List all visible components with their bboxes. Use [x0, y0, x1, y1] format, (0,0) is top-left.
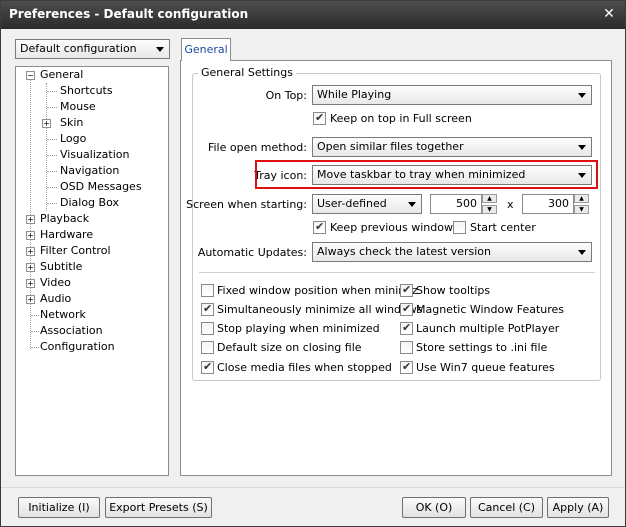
expand-icon[interactable]: + [26, 231, 35, 240]
stepper-down-icon[interactable]: ▼ [482, 205, 497, 214]
chevron-down-icon [578, 145, 586, 150]
on-top-select[interactable]: While Playing [312, 85, 592, 105]
chevron-down-icon [408, 202, 416, 207]
option-checkbox[interactable] [400, 283, 413, 297]
config-selector[interactable]: Default configuration [15, 39, 170, 59]
tab-general[interactable]: General [181, 38, 231, 61]
option-label: Show tooltips [416, 284, 491, 297]
tree-item-navigation[interactable]: Navigation [60, 163, 119, 179]
option-label: Store settings to .ini file [416, 341, 548, 354]
option-checkbox[interactable] [400, 302, 413, 316]
stepper-up-icon[interactable]: ▲ [574, 194, 589, 203]
option-checkbox[interactable] [400, 341, 413, 354]
option-label: Stop playing when minimized [217, 322, 380, 335]
collapse-icon[interactable]: − [26, 71, 35, 80]
tree-item-mouse[interactable]: Mouse [60, 99, 96, 115]
divider [1, 487, 625, 488]
settings-tree[interactable]: − General Shortcuts Mouse + Skin Logo Vi… [15, 66, 169, 476]
expand-icon[interactable]: + [26, 295, 35, 304]
option-label: Default size on closing file [217, 341, 362, 354]
expand-icon[interactable]: + [26, 215, 35, 224]
option-checkbox[interactable] [400, 360, 413, 374]
keep-previous-window-checkbox[interactable] [313, 220, 326, 234]
stepper-down-icon[interactable]: ▼ [574, 205, 589, 214]
option-label: Close media files when stopped [217, 361, 392, 374]
apply-button[interactable]: Apply (A) [547, 497, 609, 518]
tree-item-audio[interactable]: Audio [40, 291, 71, 307]
auto-updates-value: Always check the latest version [317, 245, 492, 258]
auto-updates-label: Automatic Updates: [197, 246, 307, 259]
keep-on-top-fullscreen-checkbox[interactable] [313, 111, 326, 125]
tree-item-skin[interactable]: Skin [60, 115, 83, 131]
tree-item-video[interactable]: Video [40, 275, 71, 291]
width-stepper[interactable]: ▲ ▼ [482, 194, 497, 214]
initialize-button[interactable]: Initialize (I) [18, 497, 100, 518]
stepper-up-icon[interactable]: ▲ [482, 194, 497, 203]
dimension-separator: x [507, 198, 514, 211]
screen-starting-select[interactable]: User-defined [312, 194, 422, 214]
chevron-down-icon [156, 47, 164, 52]
keep-previous-window-label: Keep previous window [330, 221, 453, 234]
option-label: Use Win7 queue features [416, 361, 555, 374]
option-checkbox[interactable] [201, 360, 214, 374]
tree-item-filter-control[interactable]: Filter Control [40, 243, 111, 259]
export-presets-button[interactable]: Export Presets (S) [105, 497, 212, 518]
tree-item-osd-messages[interactable]: OSD Messages [60, 179, 142, 195]
group-label: General Settings [198, 66, 296, 79]
option-checkbox[interactable] [201, 322, 214, 335]
file-open-label: File open method: [207, 141, 307, 154]
width-input[interactable]: 500 [430, 194, 482, 214]
tree-item-configuration[interactable]: Configuration [40, 339, 115, 355]
auto-updates-select[interactable]: Always check the latest version [312, 242, 592, 262]
divider [199, 272, 595, 273]
file-open-value: Open similar files together [317, 140, 464, 153]
height-input[interactable]: 300 [522, 194, 574, 214]
keep-on-top-fullscreen-label: Keep on top in Full screen [330, 112, 472, 125]
tree-item-hardware[interactable]: Hardware [40, 227, 93, 243]
option-label: Fixed window position when minimiz [217, 284, 418, 297]
ok-button[interactable]: OK (O) [402, 497, 466, 518]
option-checkbox[interactable] [400, 321, 413, 335]
option-label: Launch multiple PotPlayer [416, 322, 560, 335]
option-label: Simultaneously minimize all windows [217, 303, 423, 316]
screen-starting-label: Screen when starting: [186, 198, 307, 211]
on-top-label: On Top: [265, 89, 307, 102]
file-open-select[interactable]: Open similar files together [312, 137, 592, 157]
height-stepper[interactable]: ▲ ▼ [574, 194, 589, 214]
option-checkbox[interactable] [201, 284, 214, 297]
tree-item-visualization[interactable]: Visualization [60, 147, 129, 163]
close-icon[interactable]: ✕ [601, 6, 617, 22]
tree-item-dialog-box[interactable]: Dialog Box [60, 195, 119, 211]
option-label: Magnetic Window Features [416, 303, 565, 316]
config-selector-value: Default configuration [20, 42, 137, 55]
on-top-value: While Playing [317, 88, 392, 101]
start-center-checkbox[interactable] [453, 221, 466, 234]
expand-icon[interactable]: + [42, 119, 51, 128]
tree-item-network[interactable]: Network [40, 307, 86, 323]
expand-icon[interactable]: + [26, 279, 35, 288]
tree-item-general[interactable]: General [40, 67, 83, 83]
option-checkbox[interactable] [201, 302, 214, 316]
cancel-button[interactable]: Cancel (C) [470, 497, 543, 518]
tree-item-shortcuts[interactable]: Shortcuts [60, 83, 113, 99]
tree-item-subtitle[interactable]: Subtitle [40, 259, 82, 275]
tree-item-logo[interactable]: Logo [60, 131, 86, 147]
screen-starting-value: User-defined [317, 197, 387, 210]
option-checkbox[interactable] [201, 341, 214, 354]
tree-item-association[interactable]: Association [40, 323, 103, 339]
tree-item-playback[interactable]: Playback [40, 211, 89, 227]
chevron-down-icon [578, 250, 586, 255]
expand-icon[interactable]: + [26, 263, 35, 272]
chevron-down-icon [578, 93, 586, 98]
window-title: Preferences - Default configuration [9, 7, 249, 21]
expand-icon[interactable]: + [26, 247, 35, 256]
start-center-label: Start center [470, 221, 536, 234]
highlight-box [255, 160, 598, 189]
preferences-window: Preferences - Default configuration ✕ De… [0, 0, 626, 527]
title-bar[interactable]: Preferences - Default configuration ✕ [1, 1, 625, 29]
